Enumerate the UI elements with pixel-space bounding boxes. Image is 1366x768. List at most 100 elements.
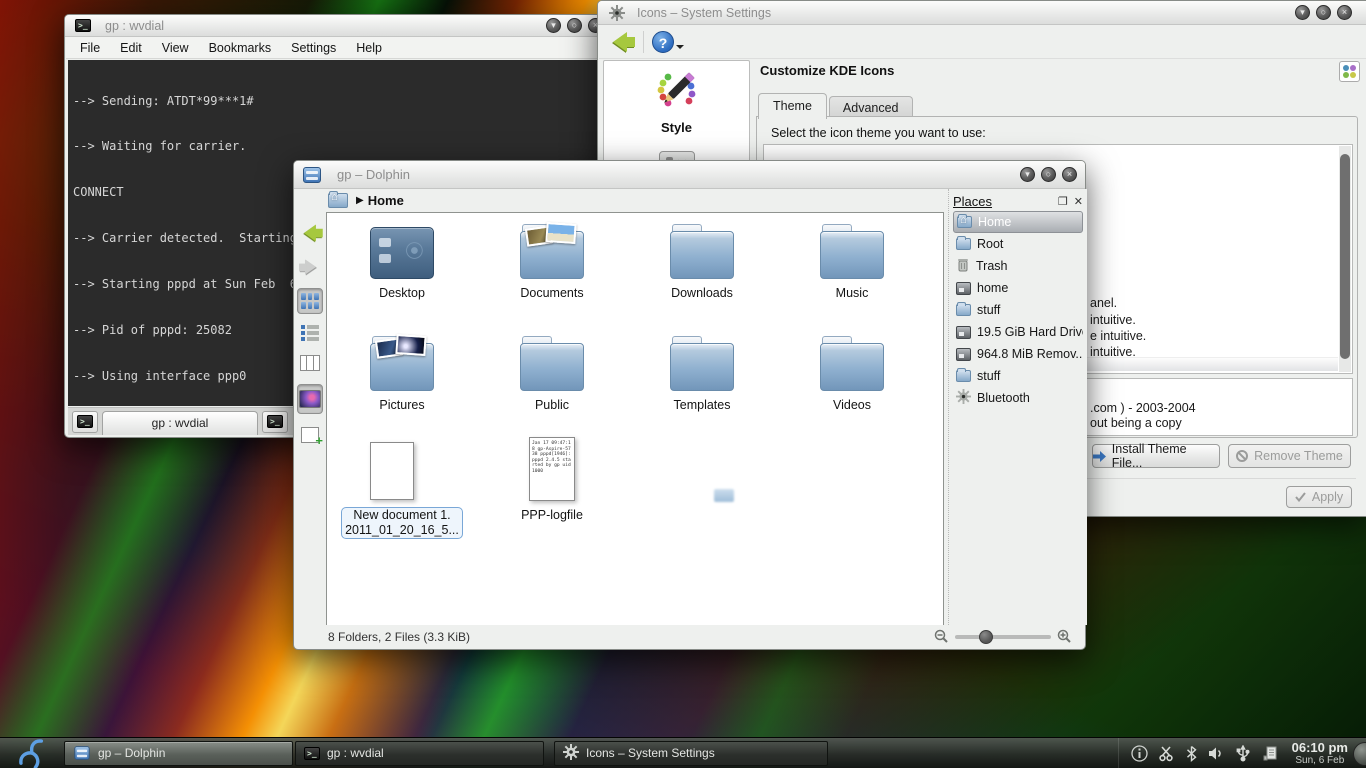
terminal-tab[interactable]: gp : wvdial [102, 411, 258, 435]
minimize-button[interactable]: ▾ [546, 18, 561, 33]
new-tab-button[interactable] [72, 411, 98, 433]
place-bluetooth[interactable]: Bluetooth [953, 387, 1083, 409]
menu-help[interactable]: Help [356, 41, 382, 55]
place-label: Bluetooth [977, 391, 1030, 405]
folder-item-templates[interactable]: Templates [627, 331, 777, 413]
place-home-partition[interactable]: home [953, 277, 1083, 299]
tab-theme[interactable]: Theme [758, 93, 827, 119]
breadcrumb-caret-icon: ▶ [356, 195, 364, 206]
app-launcher-button[interactable] [0, 738, 64, 768]
close-button[interactable]: × [1062, 167, 1077, 182]
minimize-button[interactable]: ▾ [1295, 5, 1310, 20]
icons-view-icon [301, 293, 319, 309]
file-item-new-document[interactable]: New document 1. 2011_01_20_16_5... [327, 439, 477, 539]
place-home[interactable]: Home [953, 211, 1083, 233]
remove-theme-button[interactable]: Remove Theme [1228, 444, 1351, 468]
menu-view[interactable]: View [162, 41, 189, 55]
home-icon[interactable] [328, 193, 348, 208]
theme-list-text: anel. [1090, 296, 1117, 310]
launcher-trefoil-icon [15, 736, 49, 768]
file-item-ppp-logfile[interactable]: Jan 17 09:47:18 gp-Aspire-5738 pppd[1946… [477, 437, 627, 523]
zoom-slider-handle[interactable] [979, 630, 993, 644]
icon-sizes-widget[interactable] [1339, 61, 1360, 82]
menu-file[interactable]: File [80, 41, 100, 55]
minimize-button[interactable]: ▾ [1020, 167, 1035, 182]
task-system-settings[interactable]: Icons – System Settings [554, 741, 828, 766]
terminal-line: --> Sending: ATDT*99***1# [73, 94, 608, 109]
preview-button[interactable] [297, 384, 323, 414]
settings-titlebar[interactable]: Icons – System Settings ▾ ○ × [598, 1, 1366, 25]
icons-view-button[interactable] [297, 288, 323, 314]
back-button[interactable] [613, 32, 627, 52]
scrollbar-thumb[interactable] [1340, 154, 1350, 359]
selected-file-label: New document 1. 2011_01_20_16_5... [341, 507, 463, 539]
klipper-scissors-icon[interactable] [1158, 745, 1175, 762]
folder-item-downloads[interactable]: Downloads [627, 219, 777, 301]
install-theme-button[interactable]: Install Theme File... [1092, 444, 1220, 468]
maximize-button[interactable]: ○ [567, 18, 582, 33]
maximize-button[interactable]: ○ [1316, 5, 1331, 20]
dolphin-titlebar[interactable]: gp – Dolphin ▾ ○ × [294, 161, 1085, 189]
theme-list-text: intuitive. [1090, 313, 1136, 327]
scrollbar[interactable] [1339, 146, 1351, 372]
columns-view-button[interactable] [297, 350, 323, 376]
float-panel-icon[interactable]: ❐ [1058, 195, 1068, 208]
place-stuff-2[interactable]: stuff [953, 365, 1083, 387]
settings-title: Icons – System Settings [637, 6, 771, 20]
folder-view[interactable]: Desktop Documents Downloads Music Pictur… [326, 212, 944, 626]
zoom-slider[interactable] [955, 635, 1051, 639]
item-label: Public [477, 398, 627, 413]
breadcrumb-home[interactable]: Home [368, 193, 404, 208]
maximize-button[interactable]: ○ [1041, 167, 1056, 182]
bluetooth-icon[interactable] [1185, 745, 1198, 762]
details-view-button[interactable] [297, 320, 323, 346]
dolphin-window: gp – Dolphin ▾ ○ × ▶ Home Deskt [293, 160, 1086, 650]
volume-icon[interactable] [1208, 746, 1224, 761]
logfile-preview-icon: Jan 17 09:47:18 gp-Aspire-5738 pppd[1946… [529, 437, 575, 501]
device-notifier-usb-icon[interactable] [1234, 745, 1252, 762]
theme-description-text: out being a copy [1090, 416, 1182, 430]
terminal-titlebar[interactable]: gp : wvdial ▾ ○ × [65, 15, 609, 37]
folder-item-documents[interactable]: Documents [477, 219, 627, 301]
page-title: Customize KDE Icons [760, 63, 894, 78]
sidebar-item-style[interactable]: Style [604, 61, 749, 135]
task-wvdial[interactable]: gp : wvdial [295, 741, 544, 766]
terminal-line: --> Waiting for carrier. [73, 139, 608, 154]
place-root[interactable]: Root [953, 233, 1083, 255]
place-hard-drive[interactable]: 19.5 GiB Hard Drive [953, 321, 1083, 343]
folder-item-videos[interactable]: Videos [777, 331, 927, 413]
forward-button[interactable] [297, 254, 323, 280]
folder-item-music[interactable]: Music [777, 219, 927, 301]
help-button[interactable]: ? [652, 31, 674, 53]
zoom-in-icon[interactable] [1057, 629, 1072, 644]
gear-icon [609, 5, 625, 21]
menu-edit[interactable]: Edit [120, 41, 142, 55]
split-view-button[interactable] [297, 422, 323, 448]
clock[interactable]: 06:10 pm Sun, 6 Feb [1292, 740, 1348, 767]
close-button[interactable]: × [1337, 5, 1352, 20]
menu-settings[interactable]: Settings [291, 41, 336, 55]
place-removable-drive[interactable]: 964.8 MiB Remov... [953, 343, 1083, 365]
folder-icon [520, 231, 584, 279]
menu-bookmarks[interactable]: Bookmarks [209, 41, 272, 55]
zoom-out-icon[interactable] [934, 629, 949, 644]
folder-item-public[interactable]: Public [477, 331, 627, 413]
dot-blue [1343, 65, 1349, 71]
print-queue-icon[interactable] [1262, 745, 1278, 762]
dolphin-statusbar: 8 Folders, 2 Files (3.3 KiB) [295, 625, 1084, 648]
folder-item-pictures[interactable]: Pictures [327, 331, 477, 413]
apply-button[interactable]: Apply [1286, 486, 1352, 508]
chevron-down-icon[interactable] [676, 45, 684, 53]
back-button[interactable] [297, 220, 323, 246]
close-panel-icon[interactable]: ✕ [1074, 195, 1083, 208]
style-icon [654, 67, 700, 113]
folder-item-desktop[interactable]: Desktop [327, 219, 477, 301]
place-stuff-1[interactable]: stuff [953, 299, 1083, 321]
place-trash[interactable]: Trash [953, 255, 1083, 277]
panel-toolbox-cashew[interactable] [1353, 742, 1366, 766]
zoom-widget [934, 625, 1072, 648]
terminal-icon [304, 747, 320, 760]
detach-tab-button[interactable] [262, 411, 288, 433]
task-dolphin[interactable]: gp – Dolphin [64, 741, 293, 766]
info-icon[interactable] [1131, 745, 1148, 762]
